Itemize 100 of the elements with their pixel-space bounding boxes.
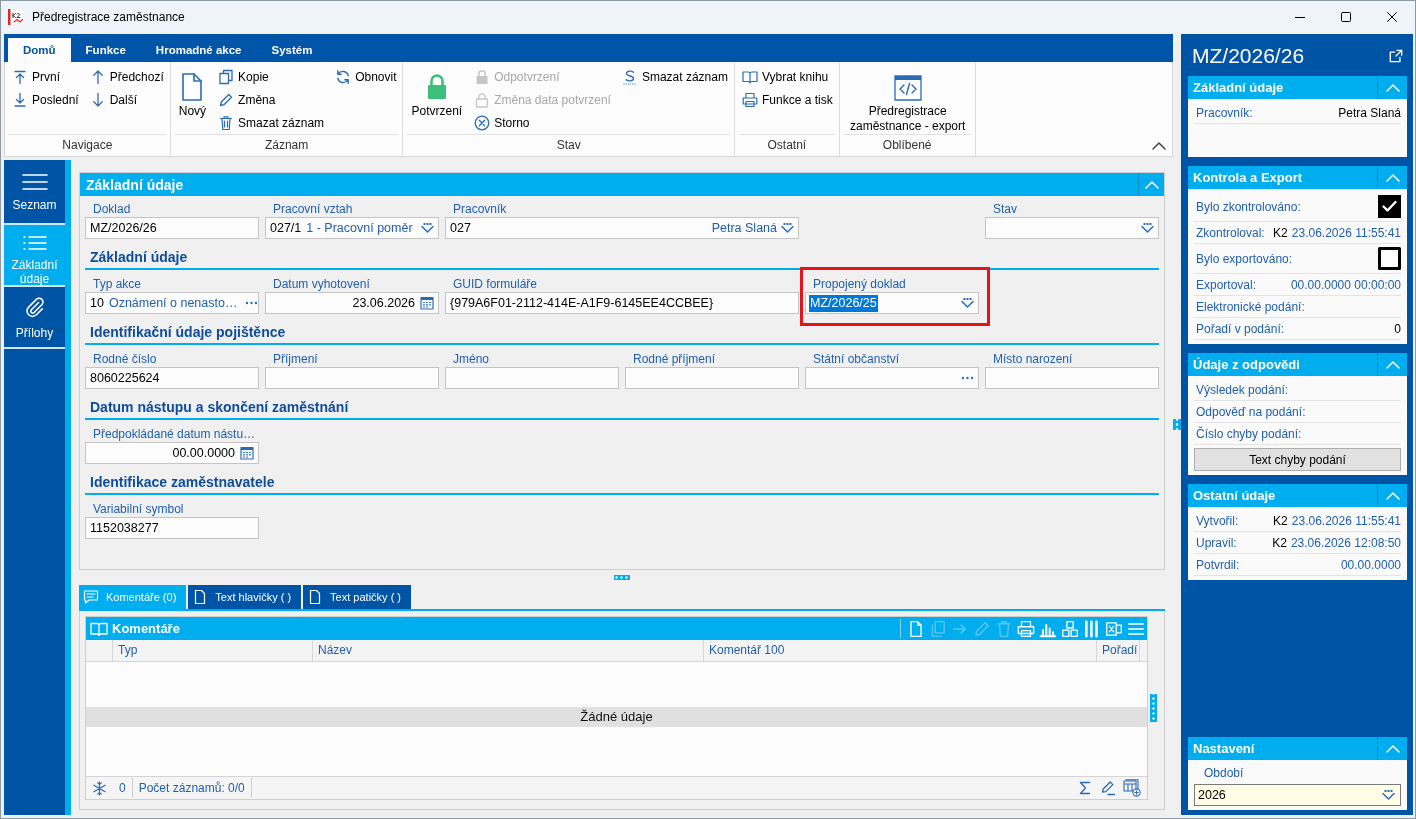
input-field[interactable]: {979A6F01-2112-414E-A1F9-6145EE4CCBEE} xyxy=(445,292,799,314)
ribbon-button[interactable]: Storno xyxy=(473,111,612,134)
column-header[interactable]: Pořadí xyxy=(1097,640,1140,661)
boxes-icon[interactable] xyxy=(1061,619,1079,638)
ribbon-button[interactable]: První xyxy=(11,65,80,88)
table-add-icon[interactable] xyxy=(1123,779,1141,797)
card-title: Ostatní údaje xyxy=(1192,488,1276,503)
checkbox[interactable] xyxy=(1378,247,1401,270)
section-heading: Základní údaje xyxy=(85,246,1159,270)
chevron-up-icon xyxy=(1144,180,1159,189)
ribbon-button[interactable]: Potvrzení xyxy=(409,65,465,119)
checkbox[interactable] xyxy=(1378,195,1401,218)
trash-icon xyxy=(218,114,235,131)
ribbon-button[interactable]: Funkce a tisk xyxy=(740,88,834,111)
record-count: Počet záznamů: 0/0 xyxy=(132,778,252,798)
row-label: Pracovník: xyxy=(1196,105,1253,120)
input-field[interactable]: 23.06.2026 xyxy=(265,292,439,314)
filter-count: 0 xyxy=(113,778,133,798)
lock-icon xyxy=(474,68,491,85)
input-field[interactable] xyxy=(445,367,619,389)
field-value: {979A6F01-2112-414E-A1F9-6145EE4CCBEE} xyxy=(449,294,715,312)
ribbon-button[interactable]: Předchozí xyxy=(88,65,165,88)
dropdown-icon xyxy=(421,223,434,233)
input-field[interactable] xyxy=(265,367,439,389)
chevron-up-icon xyxy=(1385,83,1400,92)
section-heading: Identifikace zaměstnavatele xyxy=(85,471,1159,495)
field-label: Variabilní symbol xyxy=(92,502,185,517)
field-label: Typ akce xyxy=(92,277,143,292)
ribbon-button[interactable]: Smazat záznam xyxy=(217,111,326,134)
input-field[interactable] xyxy=(985,367,1159,389)
ribbon-button[interactable]: Obnovit xyxy=(334,65,398,88)
lock-outline-icon xyxy=(474,91,491,108)
field-label: GUID formuláře xyxy=(452,277,539,292)
pencil-icon[interactable] xyxy=(1100,780,1116,796)
spreadsheet-icon[interactable] xyxy=(1105,619,1123,638)
column-header[interactable]: Název xyxy=(313,640,704,661)
ribbon-button[interactable]: Smazat záznam xyxy=(620,65,729,88)
card-title: Nastavení xyxy=(1192,741,1255,756)
input-field[interactable] xyxy=(985,217,1159,239)
row-label: Číslo chyby podání: xyxy=(1196,426,1302,441)
ribbon-button[interactable]: Další xyxy=(88,88,165,111)
new-document-icon[interactable] xyxy=(907,619,925,638)
row-label: Výsledek podání: xyxy=(1196,382,1289,397)
input-field[interactable]: 027/1 1 - Pracovní poměr xyxy=(265,217,439,239)
book-icon xyxy=(90,620,108,637)
ribbon-button[interactable]: Předregistrace zaměstnance - export xyxy=(845,65,970,134)
row-value: Petra Slaná xyxy=(1338,105,1401,120)
ribbon-tab[interactable]: Systém xyxy=(256,38,328,62)
detail-tab[interactable]: Text hlavičky ( ) xyxy=(188,585,302,609)
text-button[interactable]: Text chyby podání xyxy=(1194,448,1401,471)
ribbon-tab[interactable]: Domů xyxy=(8,38,71,62)
document-icon xyxy=(181,73,204,101)
field-label: Pracovník xyxy=(452,202,508,217)
card-title: Údaje z odpovědi xyxy=(1192,357,1300,372)
column-header[interactable]: Komentář 100 xyxy=(704,640,1097,661)
timestamp: 00.00.0000 xyxy=(1340,557,1401,572)
ribbon-button[interactable]: Vybrat knihu xyxy=(740,65,834,88)
user-code: K2 xyxy=(1273,513,1288,528)
timestamp: 23.06.2026 11:55:41 xyxy=(1291,513,1401,528)
ribbon-button[interactable]: Poslední xyxy=(11,88,80,111)
column-header[interactable]: Typ xyxy=(113,640,313,661)
field-label: Jméno xyxy=(452,352,491,367)
group-label: Navigace xyxy=(9,134,166,155)
detail-tab[interactable]: Text patičky ( ) xyxy=(303,585,411,609)
input-field[interactable]: 1152038277 xyxy=(85,517,259,539)
sigma-icon[interactable] xyxy=(1077,780,1093,796)
external-link-icon[interactable] xyxy=(1389,49,1403,63)
printer-icon[interactable] xyxy=(1017,619,1035,638)
ribbon-tab[interactable]: Funkce xyxy=(70,38,141,62)
calendar-icon xyxy=(420,296,434,310)
group-label: Stav xyxy=(407,134,730,155)
chevron-up-icon xyxy=(1385,744,1400,753)
input-field[interactable] xyxy=(625,367,799,389)
input-field[interactable]: 027 Petra Slaná xyxy=(445,217,799,239)
row-label: Exportoval: xyxy=(1196,277,1257,292)
open-book-icon xyxy=(741,68,758,85)
field-label: Státní občanství xyxy=(812,352,901,367)
ribbon-tab[interactable]: Hromadné akce xyxy=(140,38,257,62)
panel-title: Základní údaje xyxy=(85,176,184,193)
ribbon-button[interactable]: Kopie xyxy=(217,65,326,88)
section-heading: Datum nástupu a skončení zaměstnání xyxy=(85,396,1159,420)
input-field[interactable]: 8060225624 xyxy=(85,367,259,389)
timestamp: 00.00.0000 00:00:00 xyxy=(1290,277,1401,292)
columns-icon[interactable] xyxy=(1083,619,1101,638)
input-field[interactable]: 2026 xyxy=(1194,784,1401,806)
input-field[interactable]: 00.00.0000 xyxy=(85,442,259,464)
ribbon-button[interactable]: Nový xyxy=(176,65,209,119)
input-field[interactable]: 10 Oznámení o nenasto… xyxy=(85,292,259,314)
input-field[interactable] xyxy=(805,367,979,389)
field-value: 1152038277 xyxy=(89,519,160,537)
input-field[interactable]: MZ/2026/25 xyxy=(805,292,979,314)
pencil-icon xyxy=(218,91,235,108)
field-label: Rodné příjmení xyxy=(632,352,717,367)
field-label: Příjmení xyxy=(272,352,319,367)
user-code: K2 xyxy=(1273,225,1288,240)
field-label: Rodné číslo xyxy=(92,352,158,367)
record-title: MZ/2026/26 xyxy=(1192,44,1305,68)
ribbon-button[interactable]: Změna xyxy=(217,88,326,111)
field-value: 10 xyxy=(89,294,105,312)
input-field[interactable]: MZ/2026/26 xyxy=(85,217,259,239)
